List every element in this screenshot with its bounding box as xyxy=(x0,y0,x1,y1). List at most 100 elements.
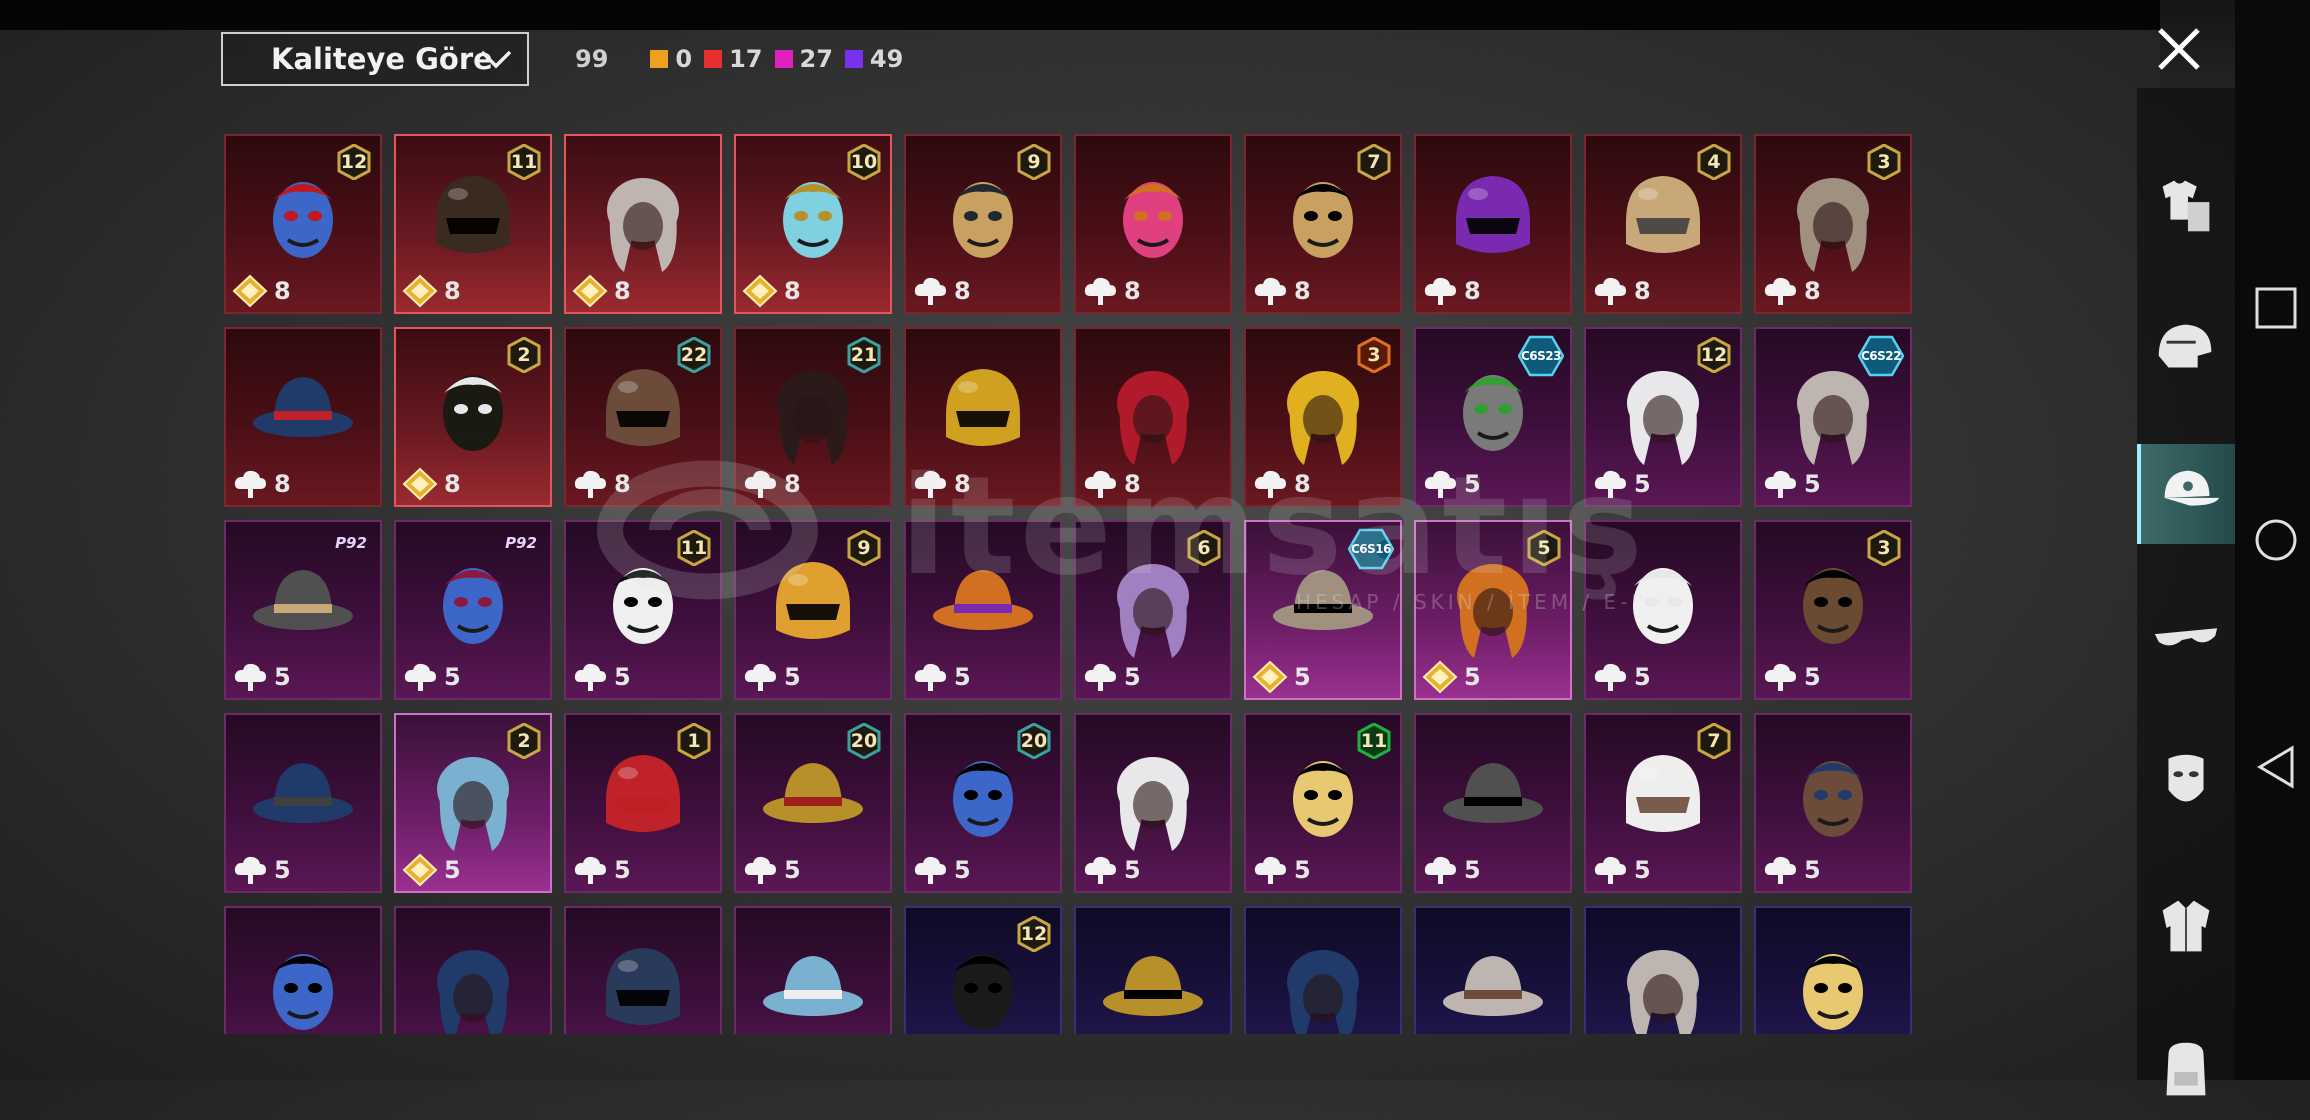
upgrade-points: 5 xyxy=(1762,467,1821,501)
sort-dropdown-label: Kaliteye Göre xyxy=(271,42,493,76)
item-tile[interactable]: 75 xyxy=(1584,713,1742,893)
safari-bunny-hat-icon xyxy=(1803,954,1863,1031)
points-value: 5 xyxy=(784,856,801,884)
system-nav-bar xyxy=(2235,0,2310,1080)
item-tile[interactable]: 98 xyxy=(904,134,1062,314)
item-tile[interactable] xyxy=(224,906,382,1034)
item-tile[interactable]: 8 xyxy=(1074,327,1232,507)
badge-label: 4 xyxy=(1707,151,1721,173)
item-tile[interactable]: C6S23 5 xyxy=(1414,327,1572,507)
panda-mask-icon xyxy=(443,568,503,645)
level-badge: 20 xyxy=(846,723,882,759)
item-tile[interactable] xyxy=(734,906,892,1034)
item-grid: 12 8 11 8 8 10 8 9 8 8 7 8 8 4 8 3 8 8 2… xyxy=(224,134,1920,1034)
close-icon[interactable] xyxy=(2152,22,2206,76)
item-tile[interactable]: P92 5 xyxy=(224,520,382,700)
level-badge: 3 xyxy=(1866,144,1902,180)
item-tile[interactable]: 12 8 xyxy=(224,134,382,314)
tab-outfit[interactable] xyxy=(2137,156,2235,256)
badge-label: 11 xyxy=(510,151,538,173)
cloud-upgrade-icon xyxy=(1084,663,1116,691)
home-icon[interactable] xyxy=(2254,518,2298,562)
badge-label: 12 xyxy=(1020,923,1048,945)
points-value: 8 xyxy=(614,277,631,305)
item-tile[interactable]: 35 xyxy=(1754,520,1912,700)
item-tile[interactable]: 38 xyxy=(1754,134,1912,314)
recent-apps-icon[interactable] xyxy=(2254,286,2298,330)
tab-helmet[interactable] xyxy=(2137,300,2235,400)
item-tile[interactable]: C6S22 5 xyxy=(1754,327,1912,507)
back-icon[interactable] xyxy=(2254,745,2298,789)
item-tile[interactable]: 10 8 xyxy=(734,134,892,314)
item-tile[interactable]: 65 xyxy=(1074,520,1232,700)
points-value: 5 xyxy=(1804,856,1821,884)
tab-face-mask[interactable] xyxy=(2137,732,2235,832)
points-value: 8 xyxy=(444,277,461,305)
item-tile[interactable] xyxy=(1754,906,1912,1034)
badge-label: C6S16 xyxy=(1351,542,1392,556)
pass-tag-badge: P92 xyxy=(326,530,376,556)
item-tile[interactable]: C6S16 5 xyxy=(1244,520,1402,700)
item-tile[interactable]: 5 xyxy=(1414,713,1572,893)
item-tile[interactable]: 8 xyxy=(1074,134,1232,314)
item-tile[interactable] xyxy=(564,906,722,1034)
item-tile[interactable]: 11 5 xyxy=(564,520,722,700)
item-tile[interactable]: 48 xyxy=(1584,134,1742,314)
item-tile[interactable]: P92 5 xyxy=(394,520,552,700)
upgrade-points: 8 xyxy=(402,467,461,501)
level-badge: 10 xyxy=(846,144,882,180)
item-tile[interactable]: 12 xyxy=(904,906,1062,1034)
item-tile[interactable]: 25 xyxy=(394,713,552,893)
item-tile[interactable]: 28 xyxy=(394,327,552,507)
level-badge: 3 xyxy=(1356,337,1392,373)
item-tile[interactable]: 8 xyxy=(224,327,382,507)
item-tile[interactable]: 5 xyxy=(1074,713,1232,893)
item-tile[interactable] xyxy=(1074,906,1232,1034)
item-tile[interactable]: 21 8 xyxy=(734,327,892,507)
badge-label: 9 xyxy=(857,537,871,559)
item-tile[interactable]: 5 xyxy=(904,520,1062,700)
badge-label: 5 xyxy=(1537,537,1551,559)
level-badge: 2 xyxy=(506,723,542,759)
upgrade-points: 5 xyxy=(1762,853,1821,887)
black-lace-hair-icon xyxy=(253,763,353,824)
tab-jacket[interactable] xyxy=(2137,876,2235,976)
item-tile[interactable]: 5 xyxy=(1584,520,1742,700)
tab-sunglasses[interactable] xyxy=(2137,588,2235,688)
red-eyed-mask-icon xyxy=(933,570,1033,631)
cloud-upgrade-icon xyxy=(1254,856,1286,884)
item-tile[interactable]: 38 xyxy=(1244,327,1402,507)
tab-backpack[interactable] xyxy=(2137,1020,2235,1120)
count-legendary: 0 xyxy=(650,45,692,73)
item-tile[interactable]: 95 xyxy=(734,520,892,700)
tab-cap[interactable] xyxy=(2137,444,2235,544)
gold-diamond-icon xyxy=(402,467,438,501)
item-tile[interactable] xyxy=(1584,906,1742,1034)
sort-dropdown[interactable]: Kaliteye Göre xyxy=(221,32,529,86)
item-tile[interactable]: 20 5 xyxy=(734,713,892,893)
item-tile[interactable]: 5 xyxy=(1754,713,1912,893)
item-tile[interactable]: 11 8 xyxy=(394,134,552,314)
item-tile[interactable]: 8 xyxy=(1414,134,1572,314)
item-tile[interactable] xyxy=(1414,906,1572,1034)
item-tile[interactable]: 55 xyxy=(1414,520,1572,700)
item-tile[interactable]: 11 5 xyxy=(1244,713,1402,893)
count-mythic: 17 xyxy=(704,45,763,73)
item-tile[interactable] xyxy=(394,906,552,1034)
upgrade-points: 5 xyxy=(1422,467,1481,501)
item-tile[interactable] xyxy=(1244,906,1402,1034)
item-tile[interactable]: 12 5 xyxy=(1584,327,1742,507)
red-bob-hair-icon xyxy=(253,570,353,631)
item-tile[interactable]: 20 5 xyxy=(904,713,1062,893)
upgrade-points: 8 xyxy=(572,274,631,308)
upgrade-points: 5 xyxy=(402,660,461,694)
item-tile[interactable]: 8 xyxy=(564,134,722,314)
item-tile[interactable]: 78 xyxy=(1244,134,1402,314)
item-tile[interactable]: 15 xyxy=(564,713,722,893)
gold-diamond-icon xyxy=(402,853,438,887)
item-tile[interactable]: 5 xyxy=(224,713,382,893)
upgrade-points: 8 xyxy=(572,467,631,501)
badge-label: P92 xyxy=(505,534,537,552)
item-tile[interactable]: 22 8 xyxy=(564,327,722,507)
item-tile[interactable]: 8 xyxy=(904,327,1062,507)
